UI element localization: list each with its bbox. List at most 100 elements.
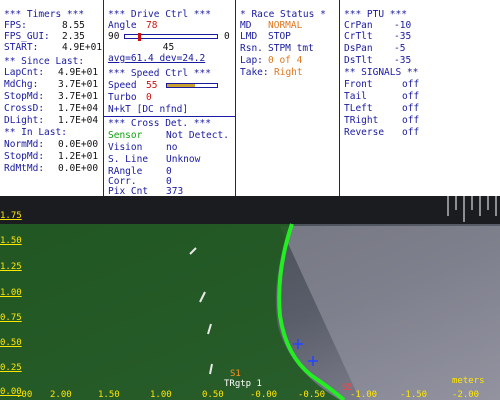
crtlt-row: CrTlt -35 xyxy=(344,31,498,42)
pixcnt-value: 373 xyxy=(166,186,184,196)
fps-row: FPS: 8.55 xyxy=(4,20,101,31)
lap-value: 0 of 4 xyxy=(268,55,303,66)
angle-value: 78 xyxy=(146,20,158,31)
angle-center-value: 45 xyxy=(162,42,175,53)
take-value: Right xyxy=(274,67,303,78)
x-tick-2-00: 2.00 xyxy=(50,390,72,400)
x-tick-partial: .00 xyxy=(16,390,33,400)
signal-reverse-row: Reverse off xyxy=(344,127,498,138)
rdmtmd-value: 0.0E+00 xyxy=(58,163,99,174)
signals-header: ** SIGNALS ** xyxy=(344,67,419,78)
speed-bar-fill xyxy=(167,84,195,87)
angle-slider[interactable] xyxy=(124,33,218,41)
signal-front-value: off xyxy=(402,79,420,90)
pixcnt-label: Pix Cnt xyxy=(108,186,149,196)
lapcnt-value: 4.9E+01 xyxy=(58,67,99,78)
angle-range-max: 0 xyxy=(224,31,230,42)
sline-value: Unknow xyxy=(166,154,201,165)
x-tick-neg-1-50: -1.50 xyxy=(400,390,428,400)
angle-slider-row: 90 0 xyxy=(108,31,233,42)
fps-gui-label: FPS_GUI: xyxy=(4,31,50,42)
sensor-label: Sensor xyxy=(108,130,143,141)
cross-header: *** Cross Det. *** xyxy=(108,118,211,129)
race-header: * Race Status * xyxy=(240,9,326,20)
mdchg-row: MdChg: 3.7E+01 xyxy=(4,79,101,90)
crpan-label: CrPan xyxy=(344,20,373,31)
angle-label: Angle xyxy=(108,20,137,31)
ptu-column: *** PTU *** CrPan -10 CrTlt -35 DsPan -5 Ds… xyxy=(340,0,500,196)
rdmtmd-label: RdMtMd: xyxy=(4,163,45,174)
lapcnt-label: LapCnt: xyxy=(4,67,45,78)
x-tick-1-50: 1.50 xyxy=(98,390,120,400)
x-tick-0-00: -0.00 xyxy=(250,390,278,400)
camera-view: S1 TRgtp 1 S5 xyxy=(0,196,500,400)
dspan-row: DsPan -5 xyxy=(344,43,498,54)
fps-value: 8.55 xyxy=(62,20,85,31)
fps-label: FPS: xyxy=(4,20,27,31)
drive-column: *** Drive Ctrl *** Angle 78 90 0 45 avg=6… xyxy=(104,0,236,196)
ptu-header: *** PTU *** xyxy=(344,9,407,20)
units-label: meters xyxy=(452,376,485,386)
signal-tail-label: Tail xyxy=(344,91,367,102)
crossd-value: 1.7E+04 xyxy=(58,103,99,114)
angle-slider-thumb[interactable] xyxy=(138,33,141,41)
lmd-row: LMD STOP xyxy=(240,31,337,42)
stopmd-label: StopMd: xyxy=(4,91,45,102)
speed-label: Speed xyxy=(108,80,137,91)
x-tick-neg-1-00: -1.00 xyxy=(350,390,378,400)
y-tick-1-00: 1.00 xyxy=(0,288,22,298)
crossd-label: CrossD: xyxy=(4,103,45,114)
start-label: START: xyxy=(4,42,39,53)
stopmd-in-value: 1.2E+01 xyxy=(58,151,99,162)
dlight-value: 1.7E+04 xyxy=(58,115,99,126)
crpan-value: -10 xyxy=(394,20,412,31)
speed-header: *** Speed Ctrl *** xyxy=(108,68,211,79)
dspan-value: -5 xyxy=(394,43,406,54)
nkt-label: N+kT [DC nfnd] xyxy=(108,104,189,115)
signal-tleft-value: off xyxy=(402,103,420,114)
start-row: START: 4.9E+01 xyxy=(4,42,102,53)
take-label: Take: xyxy=(240,67,269,78)
lap-row: Lap: 0 of 4 xyxy=(240,55,337,66)
signal-tleft-row: TLeft off xyxy=(344,103,498,114)
signal-tail-row: Tail off xyxy=(344,91,498,102)
normmd-value: 0.0E+00 xyxy=(58,139,99,150)
since-last-header: ** Since Last: xyxy=(4,56,85,67)
lmd-label: LMD xyxy=(240,31,258,42)
dspan-label: DsPan xyxy=(344,43,373,54)
turbo-value: 0 xyxy=(146,92,152,103)
turbo-row: Turbo 0 xyxy=(108,92,233,103)
sensor-value: Not Detect. xyxy=(166,130,229,141)
rsn-value: STPM tmt xyxy=(268,43,314,54)
dstlt-value: -35 xyxy=(394,55,412,66)
rsn-label: Rsn. xyxy=(240,43,263,54)
lapcnt-row: LapCnt: 4.9E+01 xyxy=(4,67,101,78)
speed-row: Speed 55 xyxy=(108,80,233,91)
race-status-column: * Race Status * MD NORMAL LMD STOP Rsn. STP… xyxy=(236,0,340,196)
overlay-label-s1: S1 xyxy=(230,369,241,379)
dlight-row: DLight: 1.7E+04 xyxy=(4,115,101,126)
signal-tright-label: TRight xyxy=(344,115,379,126)
normmd-label: NormMd: xyxy=(4,139,45,150)
y-tick-0-50: 0.50 xyxy=(0,338,22,348)
sline-row: S. Line Unknow xyxy=(108,154,233,165)
angle-average: avg=61.4 dev=24.2 xyxy=(108,53,206,64)
dlight-label: DLight: xyxy=(4,115,45,126)
vision-row: Vision no xyxy=(108,142,233,153)
md-value: NORMAL xyxy=(268,20,303,31)
timers-header: *** Timers *** xyxy=(4,9,85,20)
y-tick-1-50: 1.50 xyxy=(0,236,22,246)
fps-gui-row: FPS_GUI: 2.35 xyxy=(4,31,101,42)
signal-tright-row: TRight off xyxy=(344,115,498,126)
normmd-row: NormMd: 0.0E+00 xyxy=(4,139,101,150)
x-tick-neg-0-50: -0.50 xyxy=(298,390,326,400)
crpan-row: CrPan -10 xyxy=(344,20,498,31)
y-tick-0-75: 0.75 xyxy=(0,313,22,323)
telemetry-panel: *** Timers *** FPS: 8.55 FPS_GUI: 2.35 STA… xyxy=(0,0,500,196)
dstlt-label: DsTlt xyxy=(344,55,373,66)
drive-cross-divider xyxy=(104,116,235,117)
stopmd-in-label: StopMd: xyxy=(4,151,45,162)
signal-reverse-label: Reverse xyxy=(344,127,385,138)
crtlt-label: CrTlt xyxy=(344,31,373,42)
vision-value: no xyxy=(166,142,178,153)
